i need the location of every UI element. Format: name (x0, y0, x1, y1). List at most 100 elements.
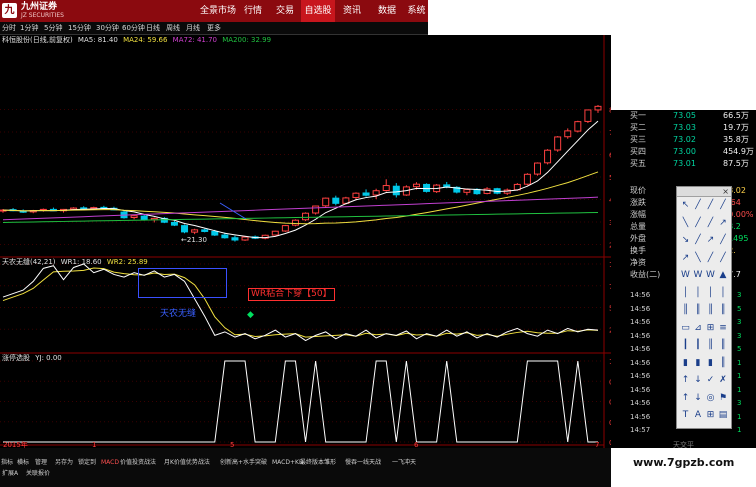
toolbox-tool-icon[interactable]: ▮ (693, 358, 704, 369)
ma200-line (2, 211, 599, 223)
kline-chart-area[interactable]: ◆ 80.0070.0060.0050.0040.0030.0020.00100… (0, 35, 634, 449)
toolbox-tool-icon[interactable]: ╱ (718, 253, 729, 264)
period-tab-7[interactable]: 周线 (166, 22, 180, 35)
toolbox-tool-icon[interactable]: T (680, 410, 691, 421)
toolbox-tool-icon[interactable]: ↗ (680, 253, 691, 264)
tick-time: 14:57 (630, 426, 651, 434)
indicator-tab-0[interactable]: 指标 (1, 458, 13, 468)
toolbox-tool-icon[interactable]: ⊞ (705, 323, 716, 334)
yj-indicator-title: 涨停选股 (2, 354, 30, 362)
indicator-tab-7[interactable]: 月K价值优势战法 (164, 458, 210, 468)
indicator-tab-1[interactable]: 横标 (17, 458, 29, 468)
toolbox-tool-icon[interactable]: ┃ (680, 340, 691, 351)
indicator-tab-9[interactable]: MACD+KD (272, 458, 304, 468)
indicator-tab-3[interactable]: 另存为 (55, 458, 73, 468)
toolbox-tool-icon[interactable]: │ (680, 288, 691, 299)
candle-body (191, 229, 199, 233)
toolbox-tool-icon[interactable]: │ (705, 288, 716, 299)
toolbox-tool-icon[interactable]: ┃ (693, 340, 704, 351)
extension-tab-1[interactable]: 关联报价 (26, 469, 50, 479)
toolbox-tool-icon[interactable]: ↑ (680, 375, 691, 386)
topnav-2[interactable]: 交易 (270, 0, 300, 22)
period-tab-4[interactable]: 30分钟 (96, 22, 119, 35)
toolbox-tool-icon[interactable]: ▮ (680, 358, 691, 369)
toolbox-tool-icon[interactable]: ╱ (718, 200, 729, 211)
period-tab-5[interactable]: 60分钟 (122, 22, 145, 35)
period-tab-6[interactable]: 日线 (146, 22, 160, 35)
toolbox-tool-icon[interactable]: ↑ (680, 393, 691, 404)
site-watermark: www.7gpzb.com (633, 456, 735, 469)
period-tab-3[interactable]: 15分钟 (68, 22, 91, 35)
toolbox-tool-icon[interactable]: ╱ (718, 235, 729, 246)
indicator-tab-12[interactable]: 一飞冲天 (392, 458, 416, 468)
toolbox-tool-icon[interactable]: ╱ (705, 253, 716, 264)
toolbox-tool-icon[interactable]: ▲ (718, 270, 729, 281)
toolbox-tool-icon[interactable]: ╱ (705, 200, 716, 211)
toolbox-tool-icon[interactable]: ◎ (705, 393, 716, 404)
topnav-6[interactable]: 系统 (405, 0, 428, 22)
toolbox-tool-icon[interactable]: ║ (718, 340, 729, 351)
toolbox-tool-icon[interactable]: ⚑ (718, 393, 729, 404)
topnav-1[interactable]: 行情 (238, 0, 268, 22)
toolbox-tool-icon[interactable]: ✓ (705, 375, 716, 386)
extension-tab-0[interactable]: 扩展A (2, 469, 18, 479)
candle-body (523, 173, 531, 185)
toolbox-tool-icon[interactable]: ▭ (680, 323, 691, 334)
toolbox-tool-icon[interactable]: ⊿ (693, 323, 704, 334)
topnav-0[interactable]: 全景市场 (196, 0, 240, 22)
toolbox-tool-icon[interactable]: ╲ (693, 253, 704, 264)
toolbox-tool-icon[interactable]: ║ (693, 305, 704, 316)
candle-body (170, 221, 178, 226)
toolbox-tool-icon[interactable]: ╲ (680, 218, 691, 229)
topnav-3[interactable]: 自选股 (301, 0, 335, 22)
indicator-tab-10[interactable]: 最终版本雏形 (300, 458, 336, 468)
indicator-tab-4[interactable]: 锁定到 (78, 458, 96, 468)
toolbox-titlebar[interactable]: × (677, 187, 731, 197)
toolbox-tool-icon[interactable]: ≡ (718, 323, 729, 334)
toolbox-tool-icon[interactable]: ↓ (693, 375, 704, 386)
toolbox-tool-icon[interactable]: ║ (705, 305, 716, 316)
toolbox-tool-icon[interactable]: W (705, 270, 716, 281)
topnav-5[interactable]: 数据 (371, 0, 403, 22)
toolbox-tool-icon[interactable]: W (693, 270, 704, 281)
toolbox-tool-icon[interactable]: ╱ (705, 218, 716, 229)
toolbox-tool-icon[interactable]: ↘ (680, 235, 691, 246)
period-tab-0[interactable]: 分时 (2, 22, 16, 35)
toolbox-tool-icon[interactable]: │ (718, 288, 729, 299)
toolbox-tool-icon[interactable]: ║ (705, 340, 716, 351)
indicator-tab-6[interactable]: 价值投资战法 (120, 458, 156, 468)
toolbox-tool-icon[interactable]: ╱ (693, 200, 704, 211)
close-icon[interactable]: × (722, 187, 729, 197)
candle-body (291, 219, 299, 226)
toolbox-tool-icon[interactable]: │ (693, 288, 704, 299)
indicator-tab-11[interactable]: 慢吞一线天战 (345, 458, 381, 468)
toolbox-tool-icon[interactable]: W (680, 270, 691, 281)
toolbox-tool-icon[interactable]: ╱ (693, 235, 704, 246)
toolbox-tool-icon[interactable]: ↓ (693, 393, 704, 404)
toolbox-tool-icon[interactable]: ⊞ (705, 410, 716, 421)
topnav-4[interactable]: 资讯 (335, 0, 369, 22)
toolbox-tool-icon[interactable]: ↗ (705, 235, 716, 246)
candle-body (554, 136, 562, 151)
orderbook-label: 买一 (630, 111, 646, 120)
toolbox-tool-icon[interactable]: ✗ (718, 375, 729, 386)
toolbox-tool-icon[interactable]: ║ (718, 305, 729, 316)
drawing-toolbox[interactable]: × ↖ ╱ ╱ ╱ ╲ ╱ ╱ ↗ ↘ ╱ ↗ ╱ ↗ ╲ ╱ ╱ W W W ▲ │ │ │ │ ║ ║ ║ ║ ▭ ⊿ ⊞ ≡ ┃ ┃ ║ ║ ▮ ▮… (676, 186, 732, 429)
toolbox-tool-icon[interactable]: A (693, 410, 704, 421)
tick-volume: 5 (737, 304, 742, 313)
indicator-tab-2[interactable]: 管理 (35, 458, 47, 468)
period-tab-1[interactable]: 1分钟 (20, 22, 38, 35)
toolbox-tool-icon[interactable]: ▤ (718, 410, 729, 421)
toolbox-tool-icon[interactable]: ▮ (705, 358, 716, 369)
toolbox-tool-icon[interactable]: ║ (680, 305, 691, 316)
toolbox-tool-icon[interactable]: ╱ (693, 218, 704, 229)
period-tab-2[interactable]: 5分钟 (44, 22, 62, 35)
tick-volume: 3 (737, 291, 742, 299)
indicator-tab-5[interactable]: MACD (101, 458, 119, 468)
indicator-tab-8[interactable]: 创新高+水手突破 (220, 458, 267, 468)
toolbox-tool-icon[interactable]: ↗ (718, 218, 729, 229)
toolbox-tool-icon[interactable]: ↖ (680, 200, 691, 211)
period-tab-8[interactable]: 月线 (186, 22, 200, 35)
toolbox-tool-icon[interactable]: ║ (718, 358, 729, 369)
period-tab-9[interactable]: 更多 (207, 22, 221, 35)
